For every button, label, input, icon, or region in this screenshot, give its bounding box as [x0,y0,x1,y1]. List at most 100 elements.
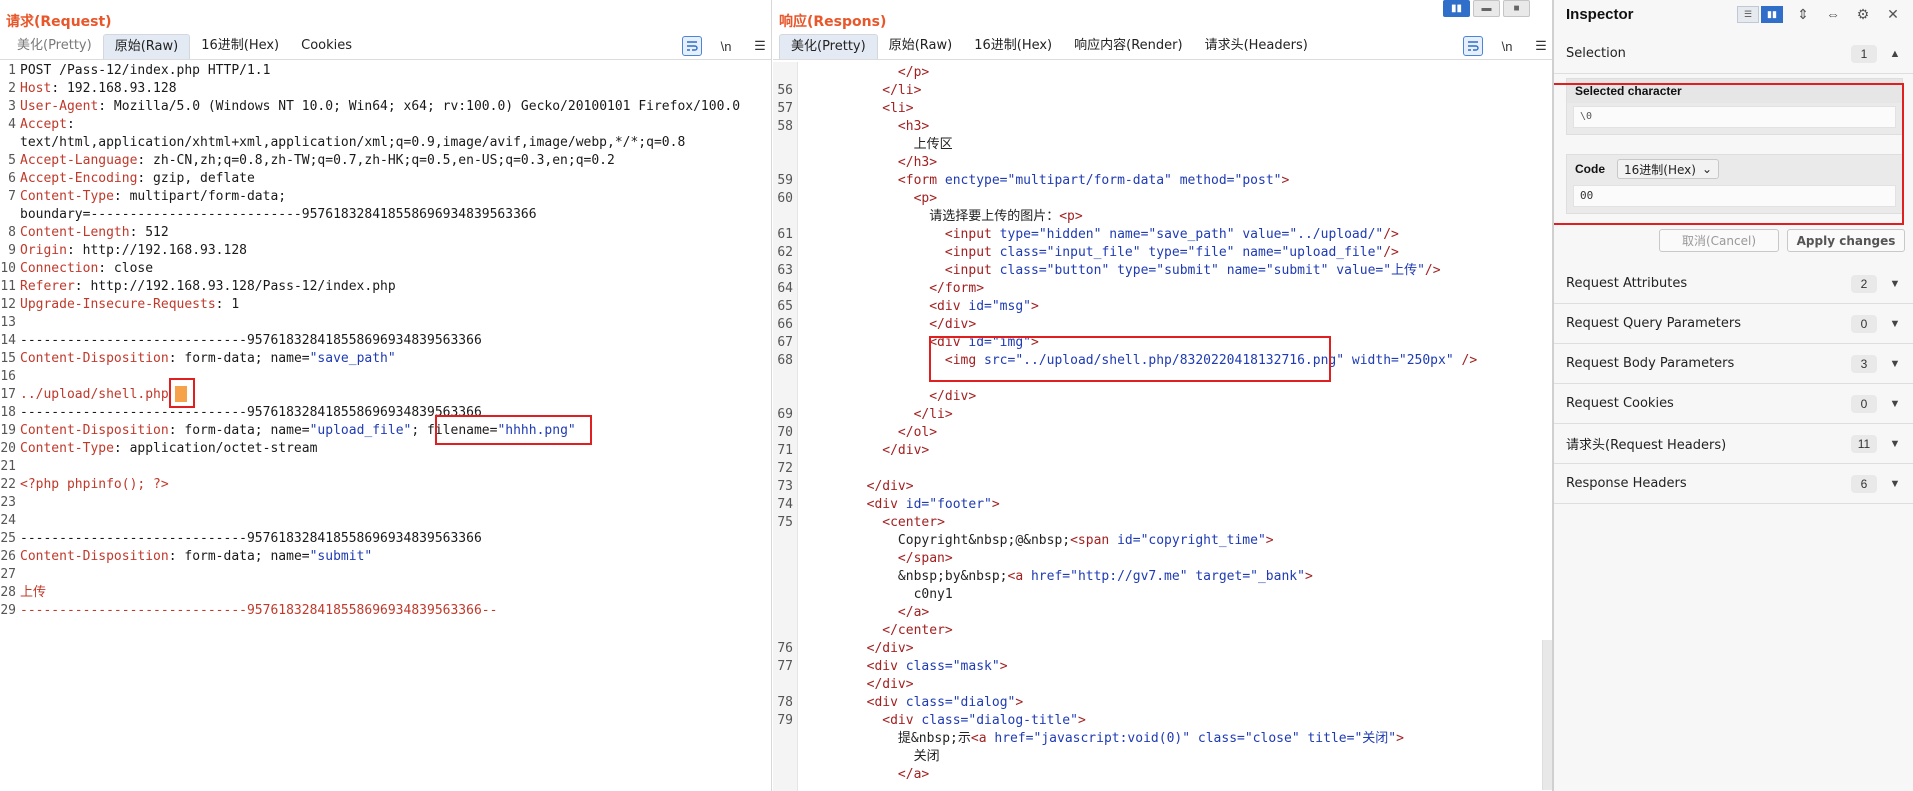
code-line: </p> [773,64,1552,82]
header-name: Upgrade-Insecure-Requests [20,297,216,312]
line-content: </form> [929,281,985,296]
header-value: : form-data; name= [168,351,310,366]
expand-all-icon[interactable]: ⇕ [1793,4,1813,24]
line-number [773,208,798,226]
line-content: <p> [913,191,938,206]
line-content: Origin: http://192.168.93.128 [18,242,247,260]
selected-character-value[interactable]: \0 [1573,106,1896,128]
line-number: 5 [8,153,16,168]
line-number: 65 [777,299,793,314]
line-number: 7 [8,189,16,204]
inspector-section[interactable]: 请求头(Request Headers) 11 ▼ [1554,424,1913,464]
line-content [18,512,20,530]
tab-request-raw[interactable]: 原始(Raw) [102,34,191,59]
line-number [773,604,798,622]
code-line: 关闭 [773,748,1552,766]
newline-icon[interactable]: \n [1497,36,1517,56]
inspector-section[interactable]: Request Body Parameters 3 ▼ [1554,344,1913,384]
line-number: 22 [0,477,16,492]
header-value: : close [98,261,154,276]
split-vertical-icon[interactable]: ▬ [1473,0,1500,17]
line-content: </h3> [897,155,938,170]
body-text: ../upload/shell.php [20,387,169,402]
request-editor[interactable]: 1 POST /Pass-12/index.php HTTP/1.1 2 Host: … [0,62,771,791]
inspector-section[interactable]: Request Cookies 0 ▼ [1554,384,1913,424]
raw-text: -----------------------------95761832841… [20,531,482,546]
tab-request-hex[interactable]: 16进制(Hex) [190,34,290,59]
header-name: User-Agent [20,99,99,114]
header-name: Host [20,81,52,96]
line-number: 28 [0,585,16,600]
tab-response-hex[interactable]: 16进制(Hex) [963,34,1063,59]
inspector-section[interactable]: Request Attributes 2 ▼ [1554,264,1913,304]
tab-response-raw[interactable]: 原始(Raw) [878,34,964,59]
code-line: 9 Origin: http://192.168.93.128 [0,242,771,260]
collapse-all-icon[interactable]: ⇔ [1823,4,1843,24]
code-line: Copyright&nbsp;@&nbsp;<span id="copyrigh… [773,532,1552,550]
newline-icon[interactable]: \n [716,36,736,56]
code-line: 65 <div id="msg"> [773,298,1552,316]
close-icon[interactable]: ✕ [1883,4,1903,24]
request-title: 请求(Request) [6,14,112,30]
inspector-section-selection[interactable]: Selection 1 ▲ [1554,34,1913,74]
inspector-section[interactable]: Request Query Parameters 0 ▼ [1554,304,1913,344]
response-scrollbar[interactable] [1542,640,1552,790]
line-content: <div class="mask"> [866,659,1008,674]
tab-request-cookies[interactable]: Cookies [290,34,363,59]
line-content: Accept-Encoding: gzip, deflate [18,170,255,188]
tab-request-pretty[interactable]: 美化(Pretty) [6,34,103,59]
line-number [773,676,798,694]
line-content: -----------------------------95761832841… [18,530,482,548]
line-number: 19 [0,423,16,438]
line-number: 4 [8,117,16,132]
list-view-icon[interactable]: ☰ [1737,5,1759,23]
response-editor[interactable]: </p> 56 </li> 57 <li> 58 <h3> 上传区 </h3> 59 <… [773,62,1552,791]
code-line: 78 <div class="dialog"> [773,694,1552,712]
cancel-button[interactable]: 取消(Cancel) [1659,229,1779,252]
header-name: Content-Disposition [20,351,169,366]
line-number [773,388,798,406]
tab-response-render[interactable]: 响应内容(Render) [1063,34,1193,59]
line-content: 请选择要上传的图片：<p> [804,209,1083,224]
line-number: 61 [777,227,793,242]
split-view-icon[interactable]: ▮▮ [1761,5,1783,23]
single-pane-icon[interactable]: ■ [1503,0,1530,17]
apply-changes-button[interactable]: Apply changes [1787,229,1905,252]
response-editor-tools: \n ☰ [1463,36,1551,56]
line-number: 75 [777,515,793,530]
line-content: boundary=---------------------------9576… [18,206,537,224]
chevron-down-icon: ▼ [1889,477,1901,490]
split-horizontal-icon[interactable]: ▮▮ [1443,0,1470,17]
chevron-down-icon: ▼ [1889,277,1901,290]
menu-icon[interactable]: ☰ [750,36,770,56]
tab-response-pretty[interactable]: 美化(Pretty) [779,34,878,59]
inspector-section[interactable]: Response Headers 6 ▼ [1554,464,1913,504]
header-name: Content-Type [20,441,114,456]
body-text: -----------------------------95761832841… [20,603,498,618]
code-value-input[interactable]: 00 [1573,185,1896,207]
line-content: Content-Length: 512 [18,224,169,242]
code-line: 20 Content-Type: application/octet-stream [0,440,771,458]
response-title: 响应(Respons) [779,14,887,30]
line-number: 68 [777,353,793,368]
menu-icon[interactable]: ☰ [1531,36,1551,56]
wrap-icon[interactable] [1463,36,1483,56]
line-content: </ol> [897,425,938,440]
line-number [773,748,798,766]
chevron-down-icon: ▼ [1889,397,1901,410]
line-number [773,766,798,784]
line-content: 上传区 [804,137,953,152]
param-value: "submit" [309,549,373,564]
line-content: <div class="dialog-title"> [882,713,1086,728]
gear-icon[interactable]: ⚙ [1853,4,1873,24]
code-line: 26 Content-Disposition: form-data; name="… [0,548,771,566]
header-value: : application/octet-stream [113,441,318,456]
line-content: Host: 192.168.93.128 [18,80,177,98]
code-line: 21 [0,458,771,476]
header-value: : gzip, deflate [137,171,255,186]
line-number: 63 [777,263,793,278]
code-format-select[interactable]: 16进制(Hex) ⌄ [1617,159,1719,179]
tab-response-headers[interactable]: 请求头(Headers) [1194,34,1319,59]
wrap-icon[interactable] [682,36,702,56]
code-line: 1 POST /Pass-12/index.php HTTP/1.1 [0,62,771,80]
